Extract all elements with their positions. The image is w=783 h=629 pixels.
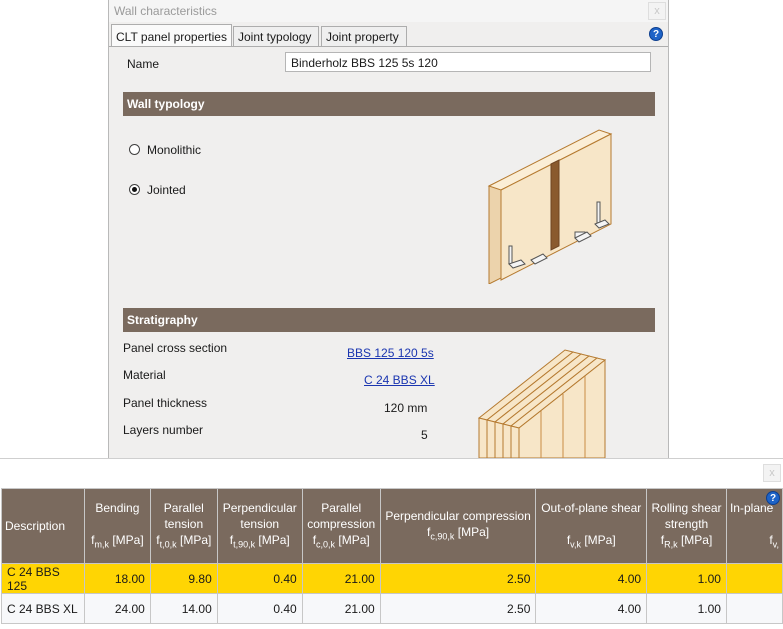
col-unit: fv, bbox=[769, 532, 779, 550]
layers-number-label: Layers number bbox=[123, 423, 204, 437]
cell-in-plane[interactable] bbox=[725, 593, 783, 624]
col-header-rolling-shear-strength[interactable]: Rolling shear strength fR,k [MPa] bbox=[646, 488, 727, 564]
col-header-perpendicular-compression[interactable]: Perpendicular compression fc,90,k [MPa] bbox=[379, 488, 537, 564]
cell-perpendicular-tension[interactable]: 0.40 bbox=[216, 593, 303, 624]
col-title: Parallel tension bbox=[163, 500, 204, 531]
jointed-label[interactable]: Jointed bbox=[147, 183, 186, 197]
cell-parallel-tension[interactable]: 14.00 bbox=[149, 593, 218, 624]
table-row[interactable]: C 24 BBS 125 18.00 9.80 0.40 21.00 2.50 … bbox=[1, 563, 783, 594]
tab-joint-typology[interactable]: Joint typology bbox=[233, 26, 319, 46]
tab-joint-property[interactable]: Joint property bbox=[321, 26, 407, 46]
col-title: Rolling shear strength bbox=[651, 500, 722, 531]
panel-cross-section-link[interactable]: BBS 125 120 5s bbox=[347, 346, 434, 360]
cell-parallel-compression[interactable]: 21.00 bbox=[301, 563, 381, 594]
col-header-description[interactable]: Description bbox=[1, 488, 85, 564]
materials-table-panel: x ? Description Bending fm,k [MPa] Paral… bbox=[0, 458, 783, 629]
col-unit: fR,k [MPa] bbox=[660, 532, 713, 550]
table-help-icon[interactable]: ? bbox=[766, 491, 780, 505]
help-icon[interactable]: ? bbox=[649, 27, 663, 41]
dialog-title: Wall characteristics bbox=[114, 4, 217, 18]
wall-typology-title: Wall typology bbox=[127, 97, 205, 111]
stratigraphy-title: Stratigraphy bbox=[127, 313, 198, 327]
col-unit: fc,90,k [MPa] bbox=[427, 524, 490, 542]
material-label: Material bbox=[123, 368, 166, 382]
cell-perpendicular-tension[interactable]: 0.40 bbox=[216, 563, 303, 594]
col-header-parallel-tension[interactable]: Parallel tension ft,0,k [MPa] bbox=[149, 488, 218, 564]
cell-perpendicular-compression[interactable]: 2.50 bbox=[379, 593, 537, 624]
col-title: Perpendicular compression bbox=[385, 508, 531, 523]
col-unit: fm,k [MPa] bbox=[91, 532, 144, 550]
jointed-wall-illustration bbox=[487, 129, 613, 284]
col-unit: ft,0,k [MPa] bbox=[156, 532, 212, 550]
panel-thickness-value: 120 mm bbox=[384, 401, 428, 415]
name-label: Name bbox=[127, 57, 160, 71]
cell-rolling-shear[interactable]: 1.00 bbox=[646, 563, 727, 594]
tab-clt-panel-properties[interactable]: CLT panel properties bbox=[111, 24, 232, 47]
col-header-perpendicular-tension[interactable]: Perpendicular tension ft,90,k [MPa] bbox=[216, 488, 303, 564]
cell-description[interactable]: C 24 BBS 125 bbox=[1, 563, 85, 594]
stratigraphy-header: Stratigraphy bbox=[123, 308, 655, 332]
cell-bending[interactable]: 18.00 bbox=[83, 563, 151, 594]
cell-parallel-tension[interactable]: 9.80 bbox=[149, 563, 218, 594]
col-unit: fv,k [MPa] bbox=[566, 532, 616, 550]
dialog-close-button[interactable]: x bbox=[648, 2, 666, 20]
cell-in-plane[interactable] bbox=[725, 563, 783, 594]
col-title: Parallel compression bbox=[307, 500, 376, 531]
col-header-out-of-plane-shear[interactable]: Out-of-plane shear fv,k [MPa] bbox=[535, 488, 648, 564]
monolithic-label[interactable]: Monolithic bbox=[147, 143, 201, 157]
col-unit: fc,0,k [MPa] bbox=[312, 532, 370, 550]
cell-out-of-plane-shear[interactable]: 4.00 bbox=[535, 593, 648, 624]
table-row[interactable]: C 24 BBS XL 24.00 14.00 0.40 21.00 2.50 … bbox=[1, 593, 783, 624]
panel-thickness-label: Panel thickness bbox=[123, 396, 208, 410]
col-header-parallel-compression[interactable]: Parallel compression fc,0,k [MPa] bbox=[301, 488, 381, 564]
dialog-title-bar: Wall characteristics x bbox=[109, 0, 668, 22]
cell-bending[interactable]: 24.00 bbox=[83, 593, 151, 624]
clt-layers-illustration bbox=[477, 349, 607, 458]
col-unit: ft,90,k [MPa] bbox=[229, 532, 290, 550]
panel-cross-section-label: Panel cross section bbox=[123, 341, 228, 355]
cell-rolling-shear[interactable]: 1.00 bbox=[646, 593, 727, 624]
wall-characteristics-dialog: Wall characteristics x CLT panel propert… bbox=[108, 0, 669, 459]
name-input[interactable]: Binderholz BBS 125 5s 120 bbox=[285, 52, 651, 72]
table-header-row: Description Bending fm,k [MPa] Parallel … bbox=[1, 488, 783, 564]
cell-description[interactable]: C 24 BBS XL bbox=[1, 593, 85, 624]
cell-perpendicular-compression[interactable]: 2.50 bbox=[379, 563, 537, 594]
wall-typology-header: Wall typology bbox=[123, 92, 655, 116]
col-title: Out-of-plane shear bbox=[541, 500, 642, 515]
material-link[interactable]: C 24 BBS XL bbox=[364, 373, 435, 387]
tab-strip-border bbox=[109, 46, 668, 47]
cell-parallel-compression[interactable]: 21.00 bbox=[301, 593, 381, 624]
col-title: Bending bbox=[95, 500, 140, 515]
col-title: Description bbox=[5, 519, 66, 533]
col-title: Perpendicular tension bbox=[222, 500, 297, 531]
layers-number-value: 5 bbox=[421, 428, 428, 442]
radio-monolithic[interactable] bbox=[129, 144, 140, 155]
materials-table: Description Bending fm,k [MPa] Parallel … bbox=[1, 488, 783, 624]
col-header-bending[interactable]: Bending fm,k [MPa] bbox=[83, 488, 151, 564]
radio-jointed[interactable] bbox=[129, 184, 140, 195]
cell-out-of-plane-shear[interactable]: 4.00 bbox=[535, 563, 648, 594]
table-panel-close-button[interactable]: x bbox=[763, 464, 781, 482]
